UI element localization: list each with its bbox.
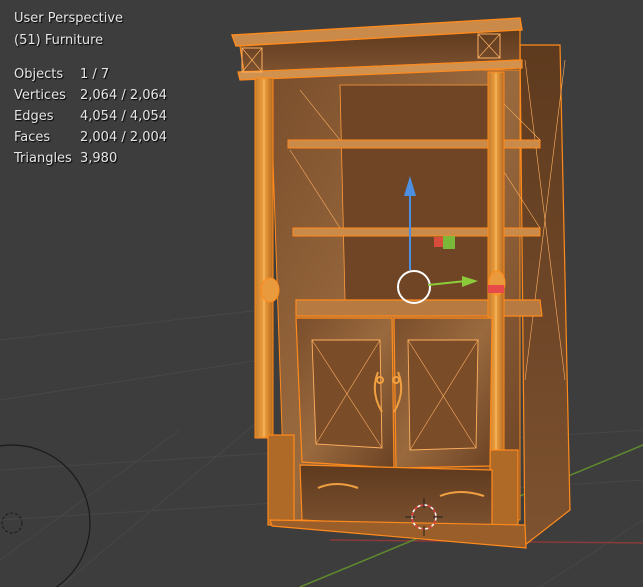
collection-label: (51) Furniture xyxy=(14,33,104,48)
stat-value-edges: 4,054 / 4,054 xyxy=(80,109,168,124)
stat-label-faces: Faces xyxy=(14,130,51,145)
gizmo-x-plane xyxy=(434,237,443,247)
stat-label-objects: Objects xyxy=(14,67,64,82)
furniture-cabinet[interactable] xyxy=(231,17,571,549)
stat-label-edges: Edges xyxy=(14,109,54,124)
light-object[interactable] xyxy=(0,444,91,587)
stat-value-faces: 2,004 / 2,004 xyxy=(80,130,168,145)
stat-value-vertices: 2,064 / 2,064 xyxy=(80,88,168,103)
viewport-title: User Perspective xyxy=(14,11,124,26)
gizmo-y-plane xyxy=(443,236,455,249)
stat-value-objects: 1 / 7 xyxy=(80,67,110,82)
stat-label-triangles: Triangles xyxy=(14,151,72,166)
stat-value-triangles: 3,980 xyxy=(80,151,118,166)
gizmo-x-handle xyxy=(488,285,504,293)
stat-label-vertices: Vertices xyxy=(14,88,66,103)
